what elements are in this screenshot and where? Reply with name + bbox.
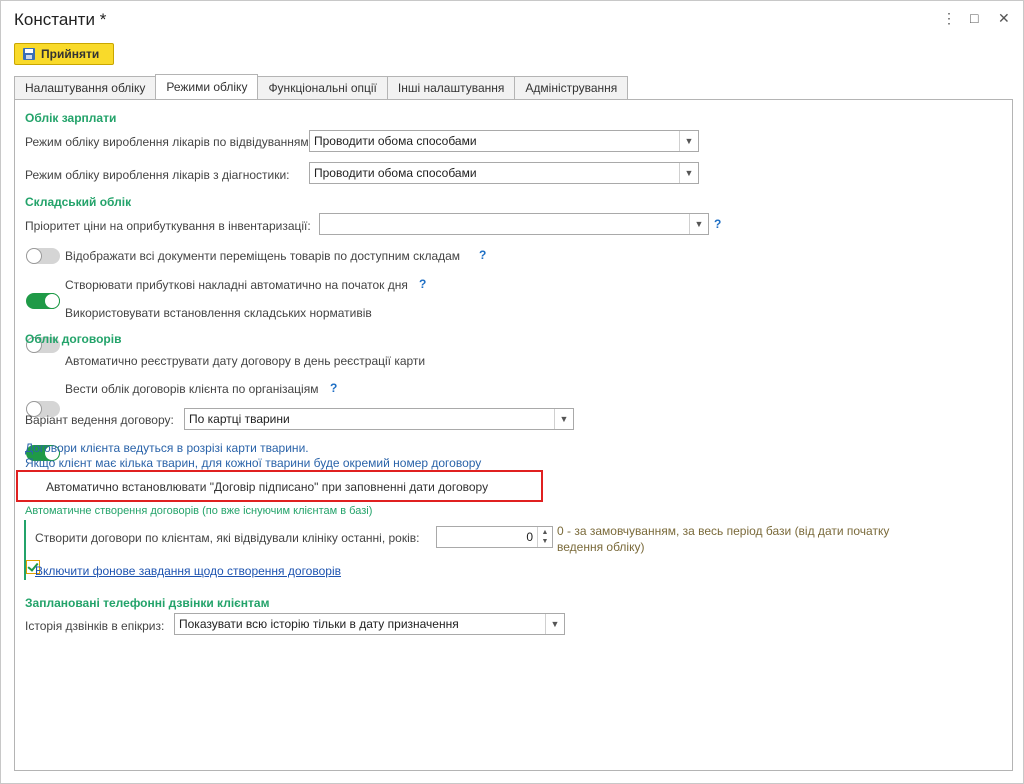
call-history-select[interactable]: Показувати всю історію тільки в дату при… (174, 613, 565, 635)
toggle-auto-receipts-label: Створювати прибуткові накладні автоматич… (65, 278, 408, 292)
help-icon[interactable]: ? (330, 381, 337, 395)
price-priority-select[interactable]: ▼ (319, 213, 709, 235)
maximize-icon[interactable]: □ (970, 10, 978, 26)
diag-mode-label: Режим обліку вироблення лікарів з діагно… (25, 168, 290, 182)
section-title-warehouse: Складський облік (25, 195, 132, 209)
auto-create-title: Автоматичне створення договорів (по вже … (25, 505, 373, 517)
tab-other-settings[interactable]: Інші налаштування (386, 76, 516, 99)
visits-mode-value: Проводити обома способами (314, 134, 477, 148)
tab-administration[interactable]: Адміністрування (514, 76, 629, 99)
section-title-contracts: Облік договорів (25, 332, 122, 346)
bg-task-link[interactable]: Включити фонове завдання щодо створення … (35, 564, 341, 578)
price-priority-label: Пріоритет ціни на оприбуткування в інвен… (25, 219, 311, 233)
auto-signed-label: Автоматично встановлювати "Договір підпи… (46, 480, 489, 494)
toggle-contracts-by-org-label: Вести облік договорів клієнта по організ… (65, 382, 319, 396)
help-icon[interactable]: ? (419, 277, 426, 291)
chevron-down-icon[interactable]: ▼ (679, 163, 698, 183)
price-priority-value (320, 214, 689, 234)
contract-note-line1: Договори клієнта ведуться в розрізі карт… (25, 441, 309, 455)
section-title-calls: Заплановані телефонні дзвінки клієнтам (25, 596, 270, 610)
toggle-stock-norms-label: Використовувати встановлення складських … (65, 306, 372, 320)
create-years-hint-line2: ведення обліку) (557, 540, 645, 554)
visits-mode-label: Режим обліку вироблення лікарів по відві… (25, 135, 312, 149)
toggle-knob (44, 293, 60, 309)
accept-button[interactable]: Прийняти (14, 43, 114, 65)
spin-arrows-icon[interactable]: ▲ ▼ (537, 527, 552, 547)
window-title: Константи * (14, 10, 107, 29)
toggle-auto-receipts[interactable] (26, 293, 60, 309)
tab-accounting-modes[interactable]: Режими обліку (155, 74, 259, 99)
accept-button-label: Прийняти (41, 47, 100, 61)
visits-mode-select[interactable]: Проводити обома способами ▼ (309, 130, 699, 152)
toggle-show-transfers-label: Відображати всі документи переміщень тов… (65, 249, 461, 263)
create-years-value: 0 (526, 530, 533, 544)
create-years-input[interactable]: 0 ▲ ▼ (436, 526, 553, 548)
contract-variant-label: Варіант ведення договору: (25, 413, 174, 427)
call-history-label: Історія дзвінків в епікриз: (25, 619, 165, 633)
chevron-down-icon[interactable]: ▼ (545, 614, 564, 634)
group-divider (24, 520, 26, 580)
create-years-hint-line1: 0 - за замовчуванням, за весь період баз… (557, 524, 890, 538)
contract-variant-select[interactable]: По картці тварини ▼ (184, 408, 574, 430)
help-icon[interactable]: ? (479, 248, 486, 262)
tab-accounting-settings[interactable]: Налаштування обліку (14, 76, 157, 99)
chevron-down-icon[interactable]: ▼ (679, 131, 698, 151)
tab-bar: Налаштування обліку Режими обліку Функці… (14, 74, 629, 100)
call-history-value: Показувати всю історію тільки в дату при… (179, 617, 459, 631)
chevron-down-icon[interactable]: ▼ (554, 409, 573, 429)
contract-note-line2: Якщо клієнт має кілька тварин, для кожно… (25, 456, 482, 470)
close-icon[interactable]: ✕ (998, 10, 1010, 27)
toggle-show-transfers[interactable] (26, 248, 60, 264)
toggle-auto-register-date-label: Автоматично реєструвати дату договору в … (65, 354, 426, 368)
save-icon (23, 48, 35, 60)
chevron-down-icon[interactable]: ▼ (689, 214, 708, 234)
create-years-label: Створити договори по клієнтам, які відві… (35, 531, 420, 545)
contract-variant-value: По картці тварини (189, 412, 290, 426)
help-icon[interactable]: ? (714, 217, 721, 231)
tab-panel (14, 99, 1013, 771)
toggle-knob (26, 248, 42, 264)
diag-mode-select[interactable]: Проводити обома способами ▼ (309, 162, 699, 184)
section-title-salary: Облік зарплати (25, 111, 117, 125)
diag-mode-value: Проводити обома способами (314, 166, 477, 180)
more-menu-icon[interactable]: ⋮ (942, 10, 956, 27)
tab-functional-options[interactable]: Функціональні опції (257, 76, 388, 99)
